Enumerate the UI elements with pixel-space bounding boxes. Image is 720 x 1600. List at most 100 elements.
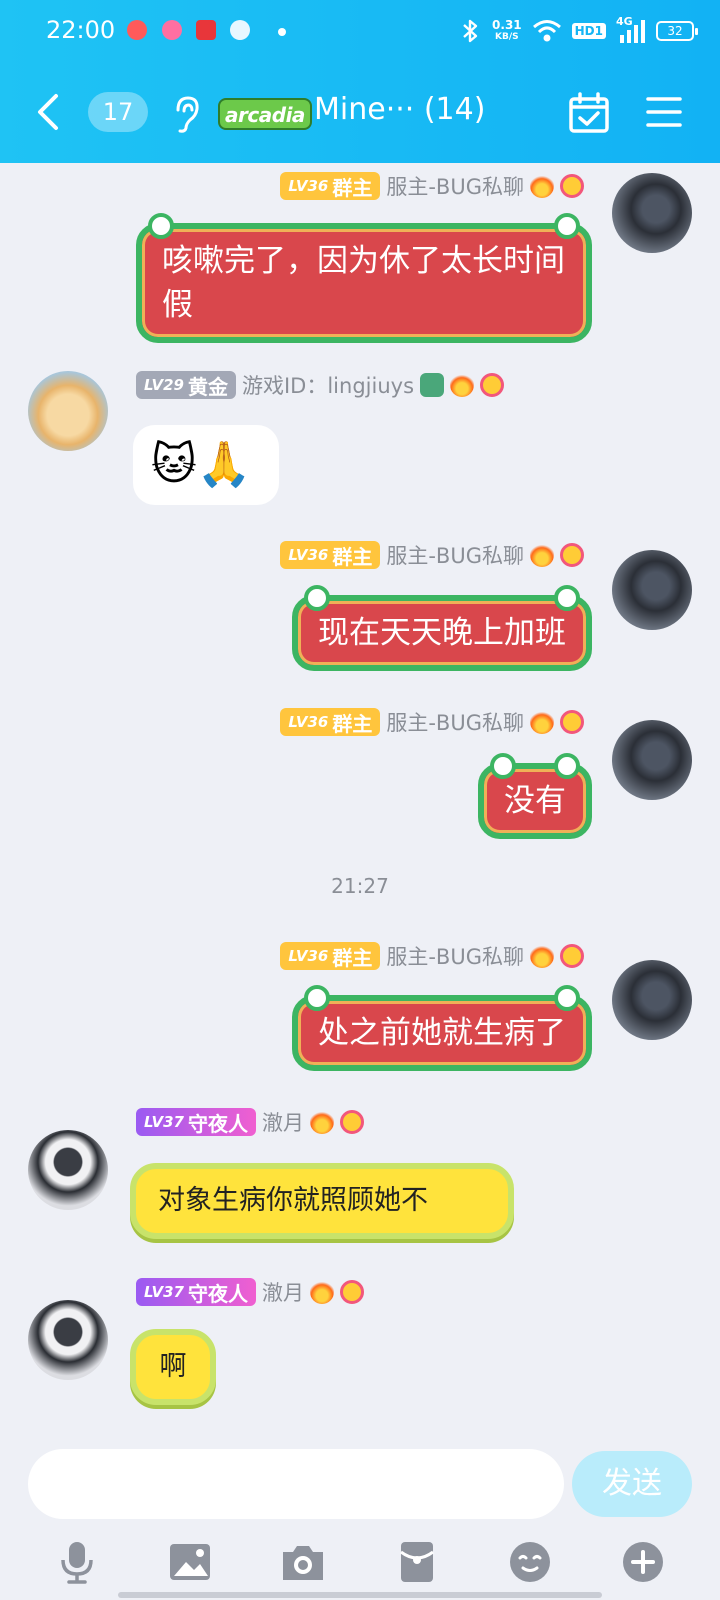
level-badge: LV36 群主: [280, 708, 381, 736]
input-row: 发送: [0, 1443, 720, 1523]
sender-meta: LV29 黄金 游戏ID：lingjiuys: [136, 370, 505, 400]
avatar[interactable]: [612, 720, 692, 800]
avatar[interactable]: [612, 550, 692, 630]
signal-icon: 4G: [616, 15, 646, 44]
level-number: LV29: [144, 376, 184, 394]
group-title[interactable]: Mine··· (14): [314, 92, 485, 127]
role-label: 群主: [332, 544, 373, 569]
level-badge: LV37 守夜人: [136, 1108, 256, 1136]
smile-flower-icon: [560, 710, 584, 734]
sender-name: 服主-BUG私聊: [386, 544, 524, 568]
sender-meta: LV36 群主 服主-BUG私聊: [280, 540, 584, 570]
fire-icon: [530, 174, 554, 198]
wifi-icon: [532, 20, 561, 42]
level-badge: LV36 群主: [280, 541, 381, 569]
sender-name: 澈月: [261, 1111, 304, 1135]
fire-icon: [530, 944, 554, 968]
sender-meta: LV36 群主 服主-BUG私聊: [280, 941, 584, 971]
message-bubble[interactable]: 现在天天晚上加班: [292, 585, 592, 671]
status-bar: 22:00 0.31 KB/S HD1 4G 32: [0, 0, 720, 62]
status-time: 22:00: [46, 16, 116, 44]
hd-voice-badge: HD1: [571, 23, 606, 39]
sender-name: 澈月: [261, 1281, 304, 1305]
plus-icon[interactable]: [619, 1538, 667, 1586]
more-notifications-dot: [278, 28, 286, 36]
red-packet-icon[interactable]: [393, 1538, 441, 1586]
fire-icon: [530, 543, 554, 567]
emoji-icon[interactable]: [506, 1538, 554, 1586]
sender-meta: LV36 群主 服主-BUG私聊: [280, 707, 584, 737]
top-bar: 22:00 0.31 KB/S HD1 4G 32 17 arcadia Min…: [0, 0, 720, 163]
notification-app-icon: [127, 20, 147, 40]
battery-icon: 32: [656, 21, 698, 41]
level-number: LV37: [144, 1113, 184, 1131]
level-badge: LV37 守夜人: [136, 1278, 256, 1306]
menu-icon[interactable]: [646, 94, 682, 130]
avatar[interactable]: [28, 1300, 108, 1380]
fire-icon: [309, 1110, 334, 1134]
network-speed-unit: KB/S: [495, 32, 519, 42]
sender-name: 服主-BUG私聊: [386, 175, 524, 199]
home-indicator[interactable]: [118, 1592, 602, 1598]
message-bubble[interactable]: 🐱🙏: [133, 425, 279, 505]
message-bubble[interactable]: 咳嗽完了，因为休了太长时间假: [136, 213, 592, 343]
notification-app-icon: [196, 20, 216, 40]
status-right: 0.31 KB/S HD1 4G 32: [460, 14, 698, 48]
camera-icon[interactable]: [279, 1538, 327, 1586]
timestamp: 21:27: [331, 874, 389, 898]
message-bubble[interactable]: 处之前她就生病了: [292, 985, 592, 1071]
avatar[interactable]: [28, 371, 108, 451]
level-badge: LV36 群主: [280, 942, 381, 970]
level-number: LV36: [288, 546, 329, 564]
role-label: 守夜人: [187, 1281, 248, 1306]
avatar[interactable]: [612, 960, 692, 1040]
level-number: LV36: [288, 713, 329, 731]
unread-count-badge[interactable]: 17: [88, 92, 148, 132]
chat-header: 17 arcadia Mine··· (14): [0, 62, 720, 163]
notification-app-icon: [230, 20, 250, 40]
avatar[interactable]: [612, 173, 692, 253]
sender-name: 服主-BUG私聊: [386, 945, 524, 969]
calendar-check-icon[interactable]: [568, 92, 610, 134]
role-label: 黄金: [187, 374, 228, 399]
dragon-icon: [420, 373, 445, 397]
sender-name: 游戏ID：lingjiuys: [241, 374, 415, 398]
role-label: 群主: [332, 175, 373, 200]
level-number: LV36: [288, 177, 329, 195]
back-arrow-icon[interactable]: [32, 92, 68, 132]
message-bubble[interactable]: 啊: [130, 1329, 216, 1405]
fire-icon: [309, 1280, 334, 1304]
send-button[interactable]: 发送: [572, 1451, 692, 1517]
message-input[interactable]: [28, 1449, 564, 1519]
group-badge: arcadia: [218, 98, 312, 130]
role-label: 守夜人: [187, 1111, 248, 1136]
chat-list[interactable]: LV36 群主 服主-BUG私聊 咳嗽完了，因为休了太长时间假 LV29 黄金 游戏…: [0, 163, 720, 1443]
message-bubble[interactable]: 没有: [478, 753, 592, 839]
smile-flower-icon: [480, 373, 505, 397]
bluetooth-icon: [463, 19, 478, 43]
message-bubble[interactable]: 对象生病你就照顾她不: [130, 1163, 514, 1239]
image-icon[interactable]: [166, 1538, 214, 1586]
sender-meta: LV37 守夜人 澈月: [136, 1277, 364, 1307]
sender-name: 服主-BUG私聊: [386, 711, 524, 735]
smile-flower-icon: [560, 543, 584, 567]
sender-meta: LV36 群主 服主-BUG私聊: [280, 171, 584, 201]
input-toolbar: [0, 1523, 720, 1600]
avatar[interactable]: [28, 1130, 108, 1210]
role-label: 群主: [332, 945, 373, 970]
smile-flower-icon: [560, 174, 584, 198]
smile-flower-icon: [560, 944, 584, 968]
ear-listen-icon[interactable]: [170, 94, 202, 134]
sender-meta: LV37 守夜人 澈月: [136, 1107, 364, 1137]
level-number: LV37: [144, 1283, 184, 1301]
mic-icon[interactable]: [53, 1538, 101, 1586]
fire-icon: [530, 710, 554, 734]
level-badge: LV29 黄金: [136, 371, 236, 399]
smile-flower-icon: [339, 1110, 364, 1134]
smile-flower-icon: [339, 1280, 364, 1304]
network-speed-value: 0.31: [492, 18, 522, 32]
network-speed: 0.31 KB/S: [492, 19, 522, 43]
role-label: 群主: [332, 711, 373, 736]
fire-icon: [450, 373, 475, 397]
level-number: LV36: [288, 947, 329, 965]
